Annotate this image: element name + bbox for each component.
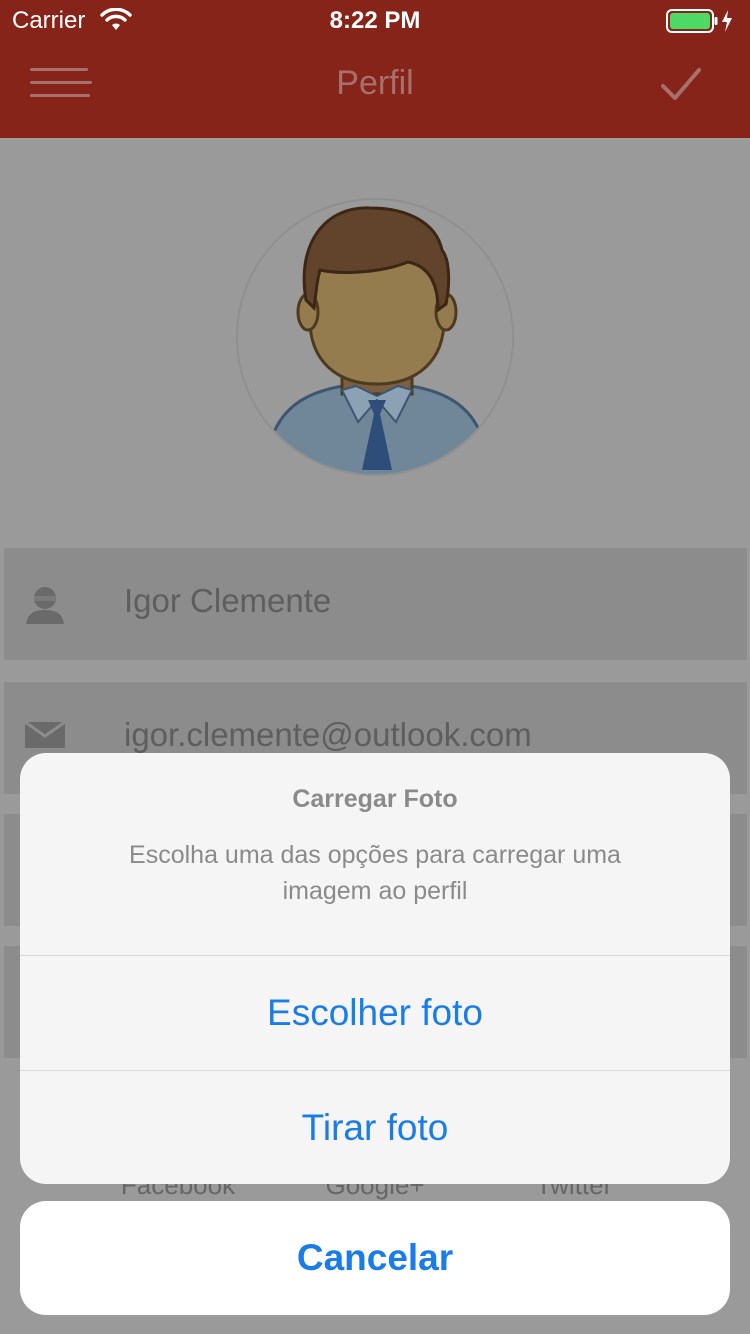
action-sheet-header: Carregar Foto Escolha uma das opções par… bbox=[20, 753, 730, 955]
profile-avatar[interactable] bbox=[236, 198, 514, 476]
name-value: Igor Clemente bbox=[124, 582, 332, 619]
status-bar: Carrier 8:22 PM bbox=[0, 0, 750, 40]
checkmark-icon[interactable] bbox=[660, 64, 702, 109]
take-photo-button[interactable]: Tirar foto bbox=[20, 1071, 730, 1184]
user-icon bbox=[24, 584, 66, 629]
action-sheet: Carregar Foto Escolha uma das opções par… bbox=[20, 753, 730, 1184]
email-value: igor.clemente@outlook.com bbox=[124, 716, 532, 753]
navigation-bar: Perfil bbox=[0, 40, 750, 138]
action-sheet-title: Carregar Foto bbox=[292, 785, 458, 813]
status-time: 8:22 PM bbox=[329, 7, 421, 34]
battery-icon bbox=[666, 8, 736, 39]
cancel-button[interactable]: Cancelar bbox=[20, 1201, 730, 1315]
name-field[interactable]: Igor Clemente bbox=[4, 548, 747, 660]
charging-bolt-icon bbox=[722, 10, 732, 32]
action-sheet-message: Escolha uma das opções para carregar uma… bbox=[129, 841, 621, 905]
mail-icon bbox=[24, 718, 66, 755]
choose-photo-button[interactable]: Escolher foto bbox=[20, 956, 730, 1070]
page-title: Perfil bbox=[336, 64, 414, 102]
